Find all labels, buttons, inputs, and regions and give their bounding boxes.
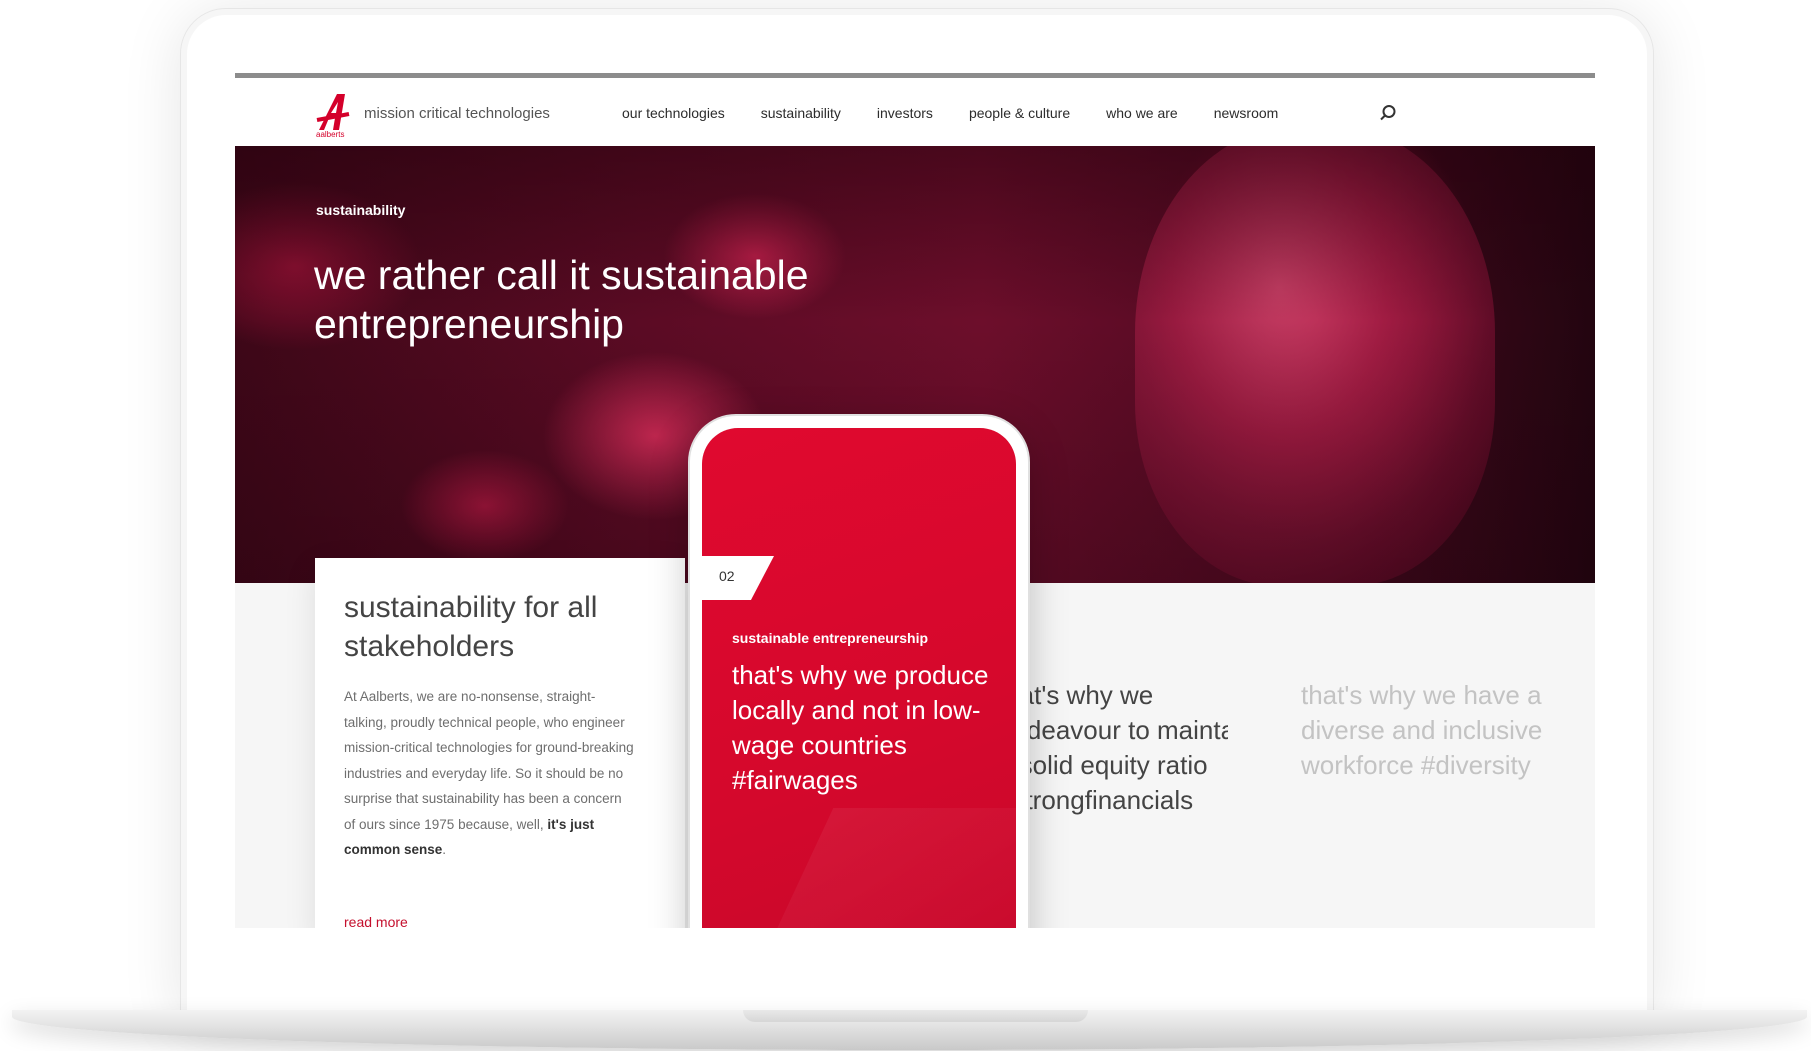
laptop-notch	[743, 1010, 1088, 1022]
nav-item-who-we-are[interactable]: who we are	[1106, 105, 1178, 121]
slide-number-tab	[702, 556, 774, 600]
slide-quote: that's why we produce locally and not in…	[732, 660, 989, 795]
slider-after-slide[interactable]: that's why we have a diverse and inclusi…	[1301, 678, 1561, 783]
nav-item-investors[interactable]: investors	[877, 105, 933, 121]
nav-item-our-technologies[interactable]: our technologies	[622, 105, 725, 121]
brand-tagline: mission critical technologies	[364, 105, 550, 122]
card-title: sustainability for all stakeholders	[344, 591, 598, 663]
card-body-end: .	[442, 842, 447, 857]
hero-title: we rather call it sustainable entreprene…	[314, 252, 809, 348]
laptop-screen: aalberts mission critical technologies o…	[235, 73, 1595, 928]
next-slide-quote: that's why we endeavour to maintain a so…	[1028, 680, 1228, 815]
nav-item-newsroom[interactable]: newsroom	[1214, 105, 1279, 121]
phone-mockup: 02 sustainable entrepreneurship that's w…	[690, 416, 1028, 928]
slide-label: sustainable entrepreneurship	[732, 630, 929, 646]
sustainability-card: sustainability for all stakeholders At A…	[315, 558, 685, 928]
search-icon[interactable]	[1379, 104, 1397, 122]
card-body: At Aalberts, we are no-nonsense, straigh…	[344, 684, 634, 863]
slider-next-slide[interactable]: that's why we endeavour to maintain a so…	[1028, 678, 1228, 858]
slide-background-shape	[730, 808, 1016, 928]
card-body-text: At Aalberts, we are no-nonsense, straigh…	[344, 689, 634, 832]
nav-item-sustainability[interactable]: sustainability	[761, 105, 841, 121]
site-header: aalberts mission critical technologies o…	[235, 78, 1595, 146]
main-nav: our technologies sustainability investor…	[622, 105, 1314, 121]
read-more-link[interactable]: read more	[344, 914, 408, 928]
nav-item-people-culture[interactable]: people & culture	[969, 105, 1070, 121]
hero-section-label: sustainability	[316, 202, 406, 218]
logo-wordmark: aalberts	[316, 130, 345, 139]
slide-number: 02	[719, 568, 735, 584]
active-slide[interactable]: 02 sustainable entrepreneurship that's w…	[702, 428, 1016, 928]
